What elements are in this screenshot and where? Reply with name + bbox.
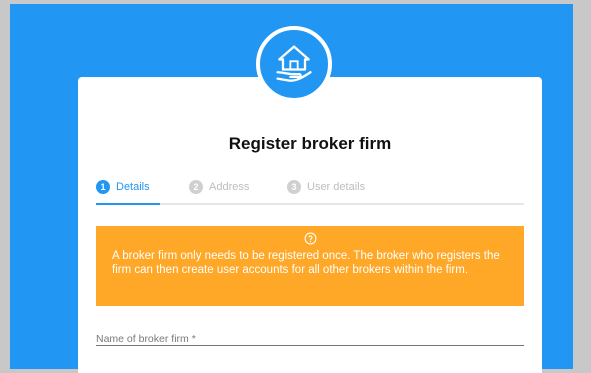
step-number: 2 [189,180,203,194]
step-address[interactable]: 2 Address [189,180,249,194]
step-number: 1 [96,180,110,194]
stepper: 1 Details 2 Address 3 User details [96,177,524,207]
info-alert: A broker firm only needs to be registere… [96,226,524,306]
help-circle-icon [304,232,316,245]
page-title: Register broker firm [228,134,392,153]
step-label: User details [307,181,366,193]
broker-firm-name-field [96,329,524,346]
alert-text: A broker firm only needs to be registere… [112,250,500,276]
step-label: Details [116,181,150,193]
broker-firm-name-input[interactable] [96,333,524,345]
logo [256,26,332,102]
step-user-details[interactable]: 3 User details [287,180,365,194]
step-label: Address [209,181,250,193]
stepper-track [96,203,524,205]
registration-card: Register broker firm 1 Details 2 Address… [78,77,542,373]
stepper-active-indicator [96,203,160,205]
house-in-hand-icon [276,45,312,82]
step-number: 3 [287,180,301,194]
step-details[interactable]: 1 Details [96,180,150,194]
